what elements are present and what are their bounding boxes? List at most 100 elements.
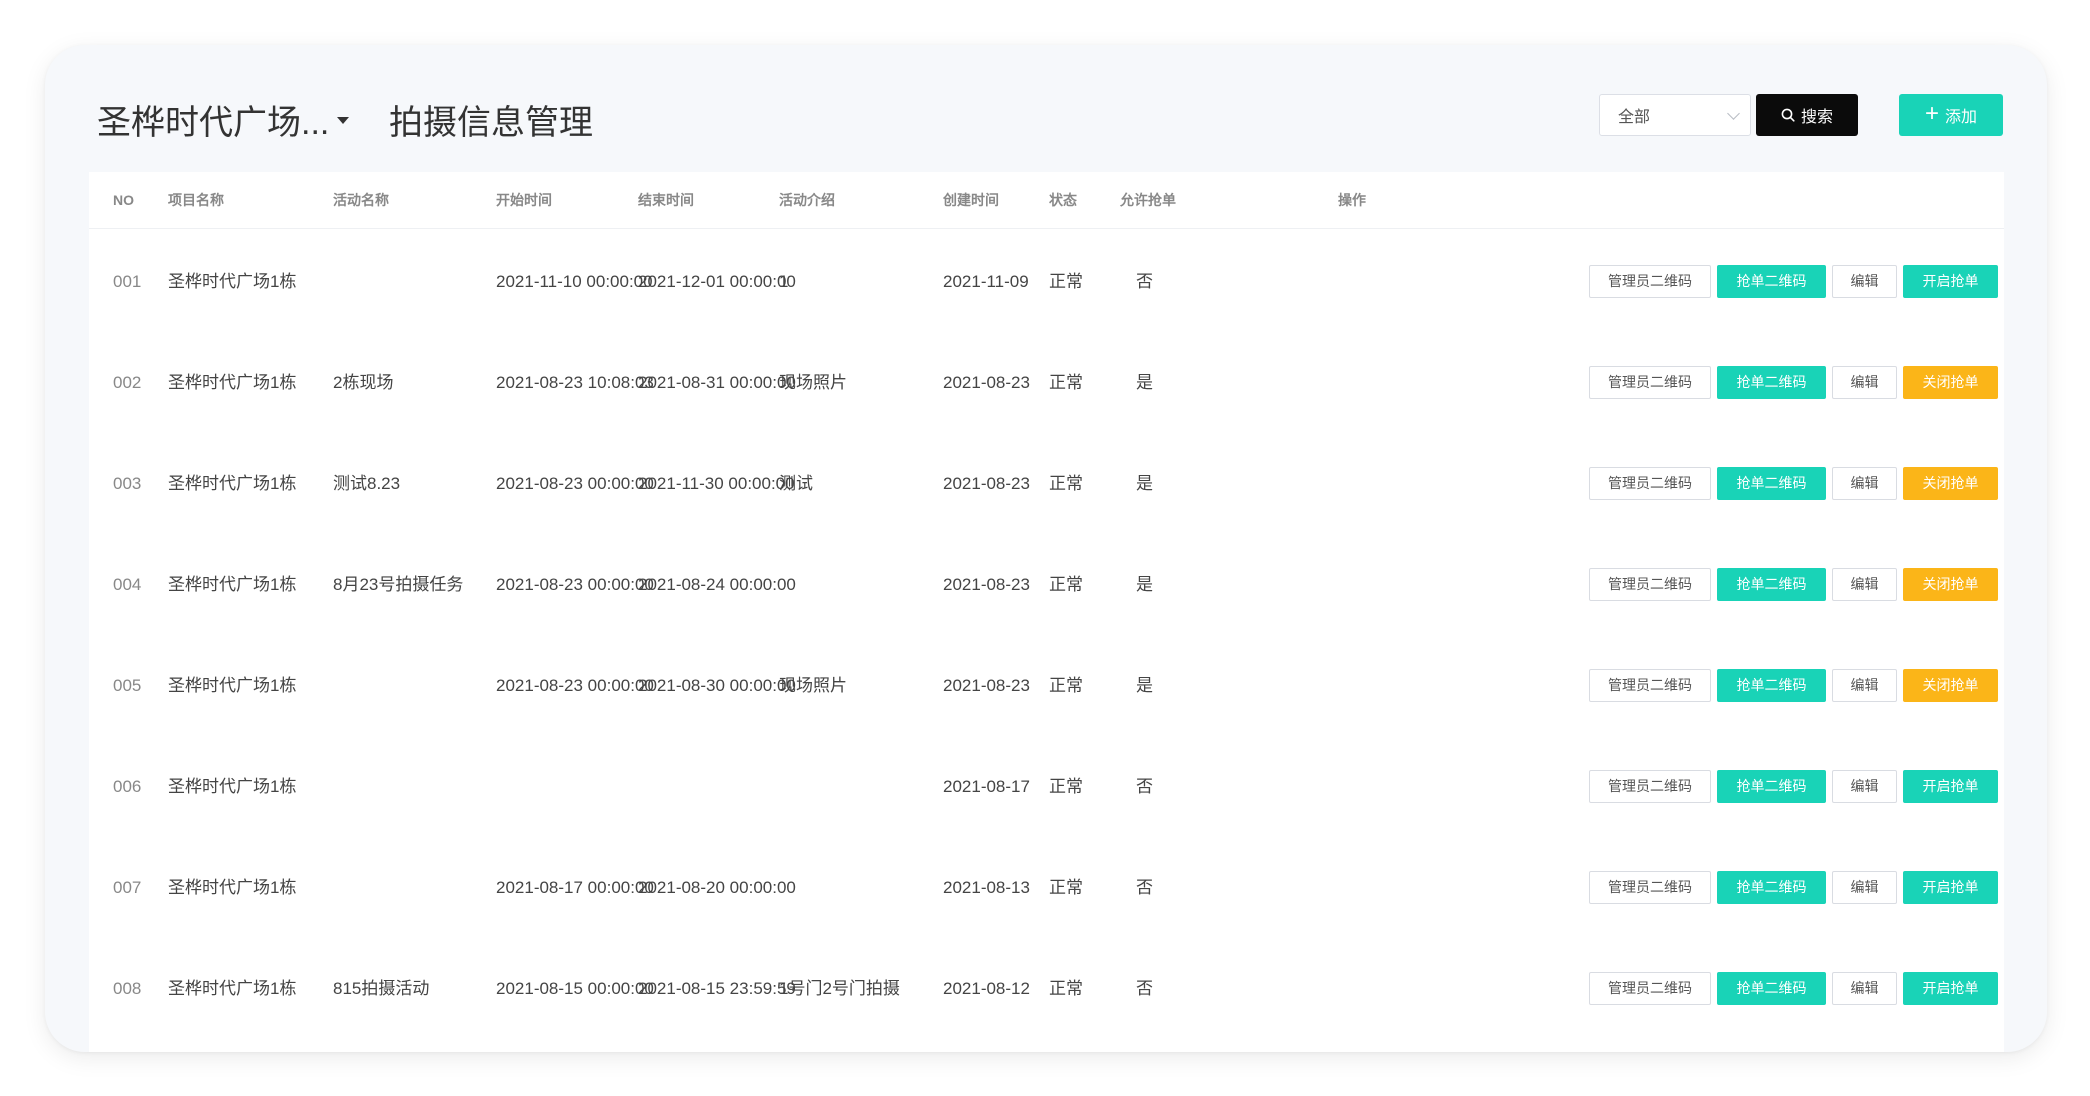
cell-no: 001 — [113, 272, 142, 291]
admin-qr-button[interactable]: 管理员二维码 — [1589, 568, 1711, 601]
cell-no: 002 — [113, 373, 142, 392]
cell-allow-grab: 否 — [1136, 979, 1153, 998]
admin-qr-button[interactable]: 管理员二维码 — [1589, 972, 1711, 1005]
edit-button[interactable]: 编辑 — [1832, 972, 1897, 1005]
cell-created-date: 2021-08-17 — [943, 777, 1030, 796]
project-selector[interactable]: 圣桦时代广场... — [97, 95, 350, 144]
col-header-intro: 活动介绍 — [779, 192, 835, 208]
col-header-status: 状态 — [1049, 192, 1077, 208]
grab-qr-button[interactable]: 抢单二维码 — [1717, 467, 1826, 500]
cell-allow-grab: 是 — [1136, 575, 1153, 594]
page-title: 拍摄信息管理 — [389, 104, 593, 142]
admin-qr-button[interactable]: 管理员二维码 — [1589, 467, 1711, 500]
admin-qr-button[interactable]: 管理员二维码 — [1589, 366, 1711, 399]
admin-qr-button[interactable]: 管理员二维码 — [1589, 871, 1711, 904]
search-button[interactable]: 搜索 — [1756, 94, 1858, 136]
cell-start-time: 2021-08-23 00:00:00 — [496, 474, 654, 493]
cell-allow-grab: 是 — [1136, 474, 1153, 493]
cell-created-date: 2021-08-23 — [943, 373, 1030, 392]
open-grab-button[interactable]: 开启抢单 — [1903, 265, 1998, 298]
cell-status: 正常 — [1049, 676, 1083, 695]
cell-created-date: 2021-08-12 — [943, 979, 1030, 998]
close-grab-button[interactable]: 关闭抢单 — [1903, 467, 1998, 500]
open-grab-button[interactable]: 开启抢单 — [1903, 770, 1998, 803]
cell-status: 正常 — [1049, 373, 1083, 392]
cell-status: 正常 — [1049, 777, 1083, 796]
table-row: 001 圣桦时代广场1栋 2021-11-10 00:00:00 2021-12-01… — [89, 231, 2004, 332]
cell-intro: 测试 — [779, 474, 813, 493]
status-filter-select[interactable]: 全部 — [1599, 94, 1751, 136]
table-row: 003 圣桦时代广场1栋 测试8.23 2021-08-23 00:00:00 2021… — [89, 433, 2004, 534]
cell-no: 007 — [113, 878, 142, 897]
cell-no: 003 — [113, 474, 142, 493]
cell-start-time: 2021-08-17 00:00:00 — [496, 878, 654, 897]
cell-project: 圣桦时代广场1栋 — [168, 373, 297, 392]
edit-button[interactable]: 编辑 — [1832, 265, 1897, 298]
edit-button[interactable]: 编辑 — [1832, 871, 1897, 904]
edit-button[interactable]: 编辑 — [1832, 669, 1897, 702]
grab-qr-button[interactable]: 抢单二维码 — [1717, 972, 1826, 1005]
col-header-activity: 活动名称 — [333, 192, 389, 208]
cell-no: 005 — [113, 676, 142, 695]
cell-intro: 现场照片 — [779, 676, 847, 695]
cell-allow-grab: 否 — [1136, 777, 1153, 796]
close-grab-button[interactable]: 关闭抢单 — [1903, 568, 1998, 601]
table-row: 007 圣桦时代广场1栋 2021-08-17 00:00:00 2021-08-20… — [89, 837, 2004, 938]
page-header: 圣桦时代广场... 拍摄信息管理 全部 搜索 + 添加 — [45, 45, 2047, 170]
admin-qr-button[interactable]: 管理员二维码 — [1589, 669, 1711, 702]
search-icon — [1781, 108, 1795, 122]
grab-qr-button[interactable]: 抢单二维码 — [1717, 265, 1826, 298]
edit-button[interactable]: 编辑 — [1832, 568, 1897, 601]
open-grab-button[interactable]: 开启抢单 — [1903, 972, 1998, 1005]
cell-no: 004 — [113, 575, 142, 594]
cell-status: 正常 — [1049, 272, 1083, 291]
row-actions: 管理员二维码 抢单二维码 编辑 开启抢单 — [1589, 770, 1998, 803]
cell-activity: 815拍摄活动 — [333, 979, 430, 998]
grab-qr-button[interactable]: 抢单二维码 — [1717, 871, 1826, 904]
grab-qr-button[interactable]: 抢单二维码 — [1717, 366, 1826, 399]
cell-created-date: 2021-08-23 — [943, 676, 1030, 695]
table-row: 008 圣桦时代广场1栋 815拍摄活动 2021-08-15 00:00:00 202… — [89, 938, 2004, 1039]
cell-activity: 2栋现场 — [333, 373, 394, 392]
cell-project: 圣桦时代广场1栋 — [168, 979, 297, 998]
col-header-no: NO — [113, 192, 134, 208]
edit-button[interactable]: 编辑 — [1832, 770, 1897, 803]
col-header-project: 项目名称 — [168, 192, 224, 208]
col-header-allow: 允许抢单 — [1120, 192, 1176, 208]
add-label: 添加 — [1945, 109, 1978, 126]
plus-icon: + — [1924, 100, 1939, 127]
open-grab-button[interactable]: 开启抢单 — [1903, 871, 1998, 904]
col-header-created: 创建时间 — [943, 192, 999, 208]
close-grab-button[interactable]: 关闭抢单 — [1903, 669, 1998, 702]
cell-start-time: 2021-08-23 10:08:03 — [496, 373, 654, 392]
cell-end-time: 2021-08-15 23:59:59 — [638, 979, 796, 998]
cell-project: 圣桦时代广场1栋 — [168, 575, 297, 594]
grab-qr-button[interactable]: 抢单二维码 — [1717, 669, 1826, 702]
close-grab-button[interactable]: 关闭抢单 — [1903, 366, 1998, 399]
cell-allow-grab: 是 — [1136, 676, 1153, 695]
activity-table: NO 项目名称 活动名称 开始时间 结束时间 活动介绍 创建时间 状态 允许抢单… — [89, 172, 2004, 1052]
cell-intro: 1 — [779, 272, 789, 291]
cell-created-date: 2021-08-23 — [943, 474, 1030, 493]
table-header: NO 项目名称 活动名称 开始时间 结束时间 活动介绍 创建时间 状态 允许抢单… — [89, 172, 2004, 229]
cell-project: 圣桦时代广场1栋 — [168, 777, 297, 796]
cell-end-time: 2021-11-30 00:00:00 — [638, 474, 795, 493]
row-actions: 管理员二维码 抢单二维码 编辑 开启抢单 — [1589, 972, 1998, 1005]
edit-button[interactable]: 编辑 — [1832, 467, 1897, 500]
admin-qr-button[interactable]: 管理员二维码 — [1589, 770, 1711, 803]
grab-qr-button[interactable]: 抢单二维码 — [1717, 770, 1826, 803]
row-actions: 管理员二维码 抢单二维码 编辑 关闭抢单 — [1589, 568, 1998, 601]
chevron-down-icon — [1727, 107, 1740, 120]
edit-button[interactable]: 编辑 — [1832, 366, 1897, 399]
table-row: 004 圣桦时代广场1栋 8月23号拍摄任务 2021-08-23 00:00:00 2… — [89, 534, 2004, 635]
cell-activity: 8月23号拍摄任务 — [333, 575, 464, 594]
row-actions: 管理员二维码 抢单二维码 编辑 关闭抢单 — [1589, 366, 1998, 399]
admin-qr-button[interactable]: 管理员二维码 — [1589, 265, 1711, 298]
table-row: 002 圣桦时代广场1栋 2栋现场 2021-08-23 10:08:03 2021-0… — [89, 332, 2004, 433]
grab-qr-button[interactable]: 抢单二维码 — [1717, 568, 1826, 601]
cell-allow-grab: 否 — [1136, 878, 1153, 897]
add-button[interactable]: + 添加 — [1899, 94, 2003, 136]
cell-start-time: 2021-11-10 00:00:00 — [496, 272, 653, 291]
table-row: 005 圣桦时代广场1栋 2021-08-23 00:00:00 2021-08-30… — [89, 635, 2004, 736]
cell-project: 圣桦时代广场1栋 — [168, 272, 297, 291]
